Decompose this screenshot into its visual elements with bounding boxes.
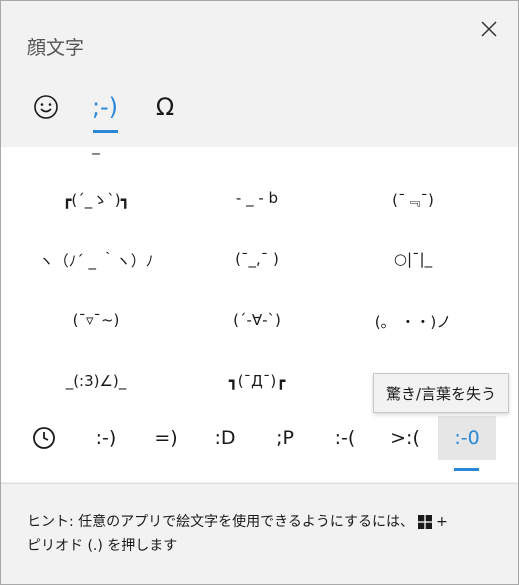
windows-key-icon [418, 515, 433, 529]
subcategory-bar: :-) =) :D ;P :-( >:( :-0 [1, 402, 518, 482]
hint-text: ヒント: 任意のアプリで絵文字を使用できるようにするには、 + ピリオド (.)… [27, 510, 497, 558]
subcategory-label: :D [214, 427, 236, 449]
subcategory-sad[interactable]: :-( [318, 416, 372, 460]
kaomoji-item[interactable]: ヽ（ﾉ´ _ ｀ヽ）ﾉ [10, 250, 182, 271]
kaomoji-item[interactable]: (¯﹃¯) [327, 189, 499, 210]
clock-icon [33, 427, 55, 449]
tab-emoji[interactable] [20, 81, 72, 133]
smiley-icon [34, 95, 58, 119]
kaomoji-item[interactable]: - _ - b [171, 189, 343, 207]
omega-icon: Ω [155, 93, 175, 121]
subcategory-label: >:( [390, 427, 420, 449]
subcategory-label: =) [154, 427, 178, 449]
subcategory-label: ;P [276, 427, 294, 449]
tab-symbols[interactable]: Ω [139, 81, 191, 133]
subcategory-wink-face[interactable]: =) [139, 416, 193, 460]
close-button[interactable] [471, 13, 507, 45]
close-icon [481, 21, 497, 37]
tooltip-text: 驚き/言葉を失う [386, 384, 497, 403]
tab-kaomoji[interactable]: ;-) [79, 81, 131, 133]
kaomoji-item[interactable]: ┏(´_ゝ`)┓ [10, 189, 182, 210]
hint-plus: + [436, 514, 448, 530]
kaomoji-item[interactable]: _ [1, 147, 191, 155]
hint-line1: ヒント: 任意のアプリで絵文字を使用できるようにするには、 [27, 514, 415, 530]
panel-title: 顔文字 [27, 37, 85, 59]
subcategory-grin[interactable]: :D [198, 416, 252, 460]
subcategory-tongue[interactable]: ;P [258, 416, 312, 460]
tooltip: 驚き/言葉を失う [373, 373, 510, 413]
active-tab-indicator [93, 130, 118, 133]
subcategory-label: :-) [95, 427, 117, 449]
subcategory-angry[interactable]: >:( [378, 416, 432, 460]
subcategory-label: :-( [334, 427, 356, 449]
category-tabs: ;-) Ω [1, 81, 518, 143]
kaomoji-grid: _ ┏(´_ゝ`)┓ - _ - b (¯﹃¯) ヽ（ﾉ´ _ ｀ヽ）ﾉ (¯_… [1, 147, 518, 402]
kaomoji-item[interactable]: _(:3)∠)_ [10, 372, 182, 390]
subcategory-label: :-0 [454, 427, 480, 449]
active-subcategory-indicator [454, 468, 479, 471]
subcategory-happy[interactable]: :-) [79, 416, 133, 460]
subcategory-surprised[interactable]: :-0 [438, 416, 496, 460]
hint-footer: ヒント: 任意のアプリで絵文字を使用できるようにするには、 + ピリオド (.)… [1, 483, 518, 584]
kaomoji-item[interactable]: (¯_,¯ ) [171, 250, 343, 268]
kaomoji-item[interactable]: (¯▿¯~) [10, 311, 182, 329]
kaomoji-item[interactable]: ○|¯|_ [327, 250, 499, 268]
emoji-panel: 顔文字 ;-) Ω _ ┏(´_ゝ`)┓ - _ - b (¯﹃¯) ヽ（ﾉ´ … [0, 0, 519, 585]
kaomoji-item[interactable]: (。 ・・)ノ [327, 311, 499, 332]
kaomoji-item[interactable]: (´-∀-`) [171, 311, 343, 329]
recent-button[interactable] [17, 416, 71, 460]
hint-line2: ピリオド (.) を押します [27, 538, 178, 554]
tab-kaomoji-label: ;-) [91, 93, 119, 121]
